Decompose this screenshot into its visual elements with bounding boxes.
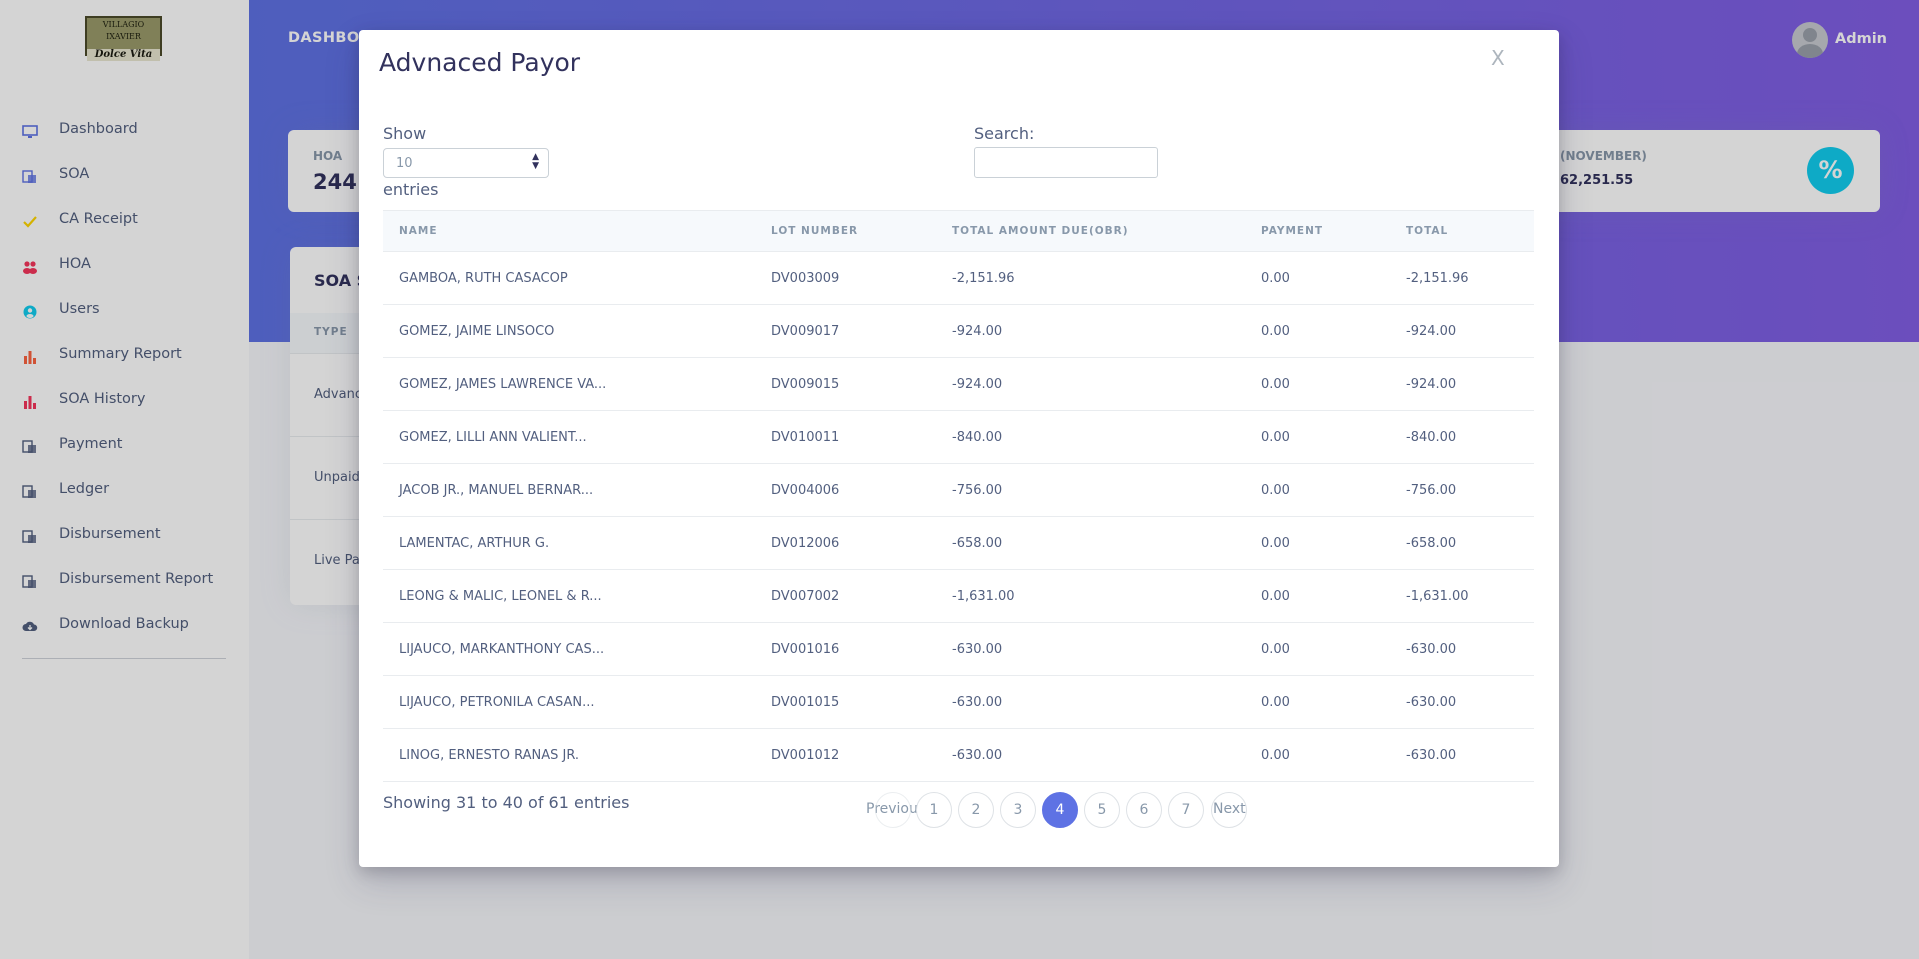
cell-total-amount-due: -2,151.96 xyxy=(936,251,1245,305)
pagination-page-4[interactable]: 4 xyxy=(1042,792,1078,828)
cell-lot-number: DV004006 xyxy=(755,463,936,517)
cell-name: GOMEZ, JAIME LINSOCO xyxy=(383,304,755,358)
advanced-payor-modal: Advnaced Payor X Show 10 ▲ ▼ entries Sear… xyxy=(359,30,1559,867)
table-row[interactable]: LAMENTAC, ARTHUR G. DV012006 -658.00 0.00 -6… xyxy=(383,516,1534,570)
pagination-page-1[interactable]: 1 xyxy=(916,792,952,828)
entries-per-page-select[interactable]: 10 ▲ ▼ xyxy=(383,148,549,178)
cell-total: -924.00 xyxy=(1390,357,1534,411)
cell-lot-number: DV003009 xyxy=(755,251,936,305)
cell-total-amount-due: -924.00 xyxy=(936,304,1245,358)
cell-total-amount-due: -924.00 xyxy=(936,357,1245,411)
entries-per-page-value: 10 xyxy=(396,156,413,171)
pagination-page-6[interactable]: 6 xyxy=(1126,792,1162,828)
cell-payment: 0.00 xyxy=(1245,675,1390,729)
cell-name: GOMEZ, LILLI ANN VALIENT... xyxy=(383,410,755,464)
pagination-page-5[interactable]: 5 xyxy=(1084,792,1120,828)
column-header-total-amount-due[interactable]: TOTAL AMOUNT DUE(OBR) xyxy=(936,210,1245,252)
table-row[interactable]: GOMEZ, LILLI ANN VALIENT... DV010011 -840.… xyxy=(383,410,1534,464)
cell-payment: 0.00 xyxy=(1245,410,1390,464)
select-arrows-icon: ▲ ▼ xyxy=(532,152,539,171)
search-label: Search: xyxy=(974,124,1035,143)
cell-name: LEONG & MALIC, LEONEL & R... xyxy=(383,569,755,623)
column-header-total[interactable]: TOTAL xyxy=(1390,210,1534,252)
cell-lot-number: DV009015 xyxy=(755,357,936,411)
cell-total-amount-due: -756.00 xyxy=(936,463,1245,517)
modal-title: Advnaced Payor xyxy=(379,48,581,77)
cell-lot-number: DV007002 xyxy=(755,569,936,623)
column-header-payment[interactable]: PAYMENT xyxy=(1245,210,1390,252)
cell-total: -924.00 xyxy=(1390,304,1534,358)
cell-total: -1,631.00 xyxy=(1390,569,1534,623)
cell-payment: 0.00 xyxy=(1245,622,1390,676)
column-header-name[interactable]: NAME xyxy=(383,210,755,252)
show-label: Show xyxy=(383,124,427,143)
pagination-page-3[interactable]: 3 xyxy=(1000,792,1036,828)
table-row[interactable]: LIJAUCO, PETRONILA CASAN... DV001015 -630.… xyxy=(383,675,1534,729)
cell-lot-number: DV009017 xyxy=(755,304,936,358)
table-row[interactable]: GAMBOA, RUTH CASACOP DV003009 -2,151.96 0.0… xyxy=(383,251,1534,305)
cell-total: -630.00 xyxy=(1390,675,1534,729)
pagination-next[interactable]: Next xyxy=(1213,801,1246,817)
cell-payment: 0.00 xyxy=(1245,728,1390,782)
cell-total-amount-due: -840.00 xyxy=(936,410,1245,464)
cell-payment: 0.00 xyxy=(1245,516,1390,570)
table-header-row: NAME LOT NUMBER TOTAL AMOUNT DUE(OBR) PA… xyxy=(383,210,1534,252)
cell-total: -2,151.96 xyxy=(1390,251,1534,305)
cell-lot-number: DV001012 xyxy=(755,728,936,782)
table-row[interactable]: GOMEZ, JAMES LAWRENCE VA... DV009015 -924.… xyxy=(383,357,1534,411)
cell-name: GOMEZ, JAMES LAWRENCE VA... xyxy=(383,357,755,411)
cell-payment: 0.00 xyxy=(1245,569,1390,623)
search-input[interactable] xyxy=(974,147,1158,178)
cell-payment: 0.00 xyxy=(1245,304,1390,358)
cell-lot-number: DV001016 xyxy=(755,622,936,676)
cell-total: -630.00 xyxy=(1390,728,1534,782)
entries-label: entries xyxy=(383,180,439,199)
pagination-page-2[interactable]: 2 xyxy=(958,792,994,828)
table-row[interactable]: LINOG, ERNESTO RANAS JR. DV001012 -630.00 0… xyxy=(383,728,1534,782)
payor-table: NAME LOT NUMBER TOTAL AMOUNT DUE(OBR) PA… xyxy=(383,210,1534,782)
cell-total-amount-due: -658.00 xyxy=(936,516,1245,570)
cell-total-amount-due: -630.00 xyxy=(936,675,1245,729)
table-row[interactable]: JACOB JR., MANUEL BERNAR... DV004006 -756.… xyxy=(383,463,1534,517)
pagination: Previous 1234567 Next xyxy=(359,792,1559,828)
pagination-page-7[interactable]: 7 xyxy=(1168,792,1204,828)
cell-payment: 0.00 xyxy=(1245,463,1390,517)
cell-total: -630.00 xyxy=(1390,622,1534,676)
cell-payment: 0.00 xyxy=(1245,251,1390,305)
cell-lot-number: DV001015 xyxy=(755,675,936,729)
table-row[interactable]: LEONG & MALIC, LEONEL & R... DV007002 -1,6… xyxy=(383,569,1534,623)
cell-name: LIJAUCO, PETRONILA CASAN... xyxy=(383,675,755,729)
cell-name: JACOB JR., MANUEL BERNAR... xyxy=(383,463,755,517)
close-button[interactable]: X xyxy=(1491,46,1505,70)
cell-lot-number: DV010011 xyxy=(755,410,936,464)
cell-total: -658.00 xyxy=(1390,516,1534,570)
cell-total-amount-due: -1,631.00 xyxy=(936,569,1245,623)
table-row[interactable]: GOMEZ, JAIME LINSOCO DV009017 -924.00 0.00-… xyxy=(383,304,1534,358)
cell-lot-number: DV012006 xyxy=(755,516,936,570)
table-row[interactable]: LIJAUCO, MARKANTHONY CAS... DV001016 -630.… xyxy=(383,622,1534,676)
pagination-previous-circle[interactable] xyxy=(875,792,911,828)
cell-payment: 0.00 xyxy=(1245,357,1390,411)
cell-name: LAMENTAC, ARTHUR G. xyxy=(383,516,755,570)
column-header-lot-number[interactable]: LOT NUMBER xyxy=(755,210,936,252)
cell-name: LIJAUCO, MARKANTHONY CAS... xyxy=(383,622,755,676)
cell-total: -840.00 xyxy=(1390,410,1534,464)
cell-name: LINOG, ERNESTO RANAS JR. xyxy=(383,728,755,782)
cell-total-amount-due: -630.00 xyxy=(936,728,1245,782)
cell-total: -756.00 xyxy=(1390,463,1534,517)
cell-total-amount-due: -630.00 xyxy=(936,622,1245,676)
cell-name: GAMBOA, RUTH CASACOP xyxy=(383,251,755,305)
